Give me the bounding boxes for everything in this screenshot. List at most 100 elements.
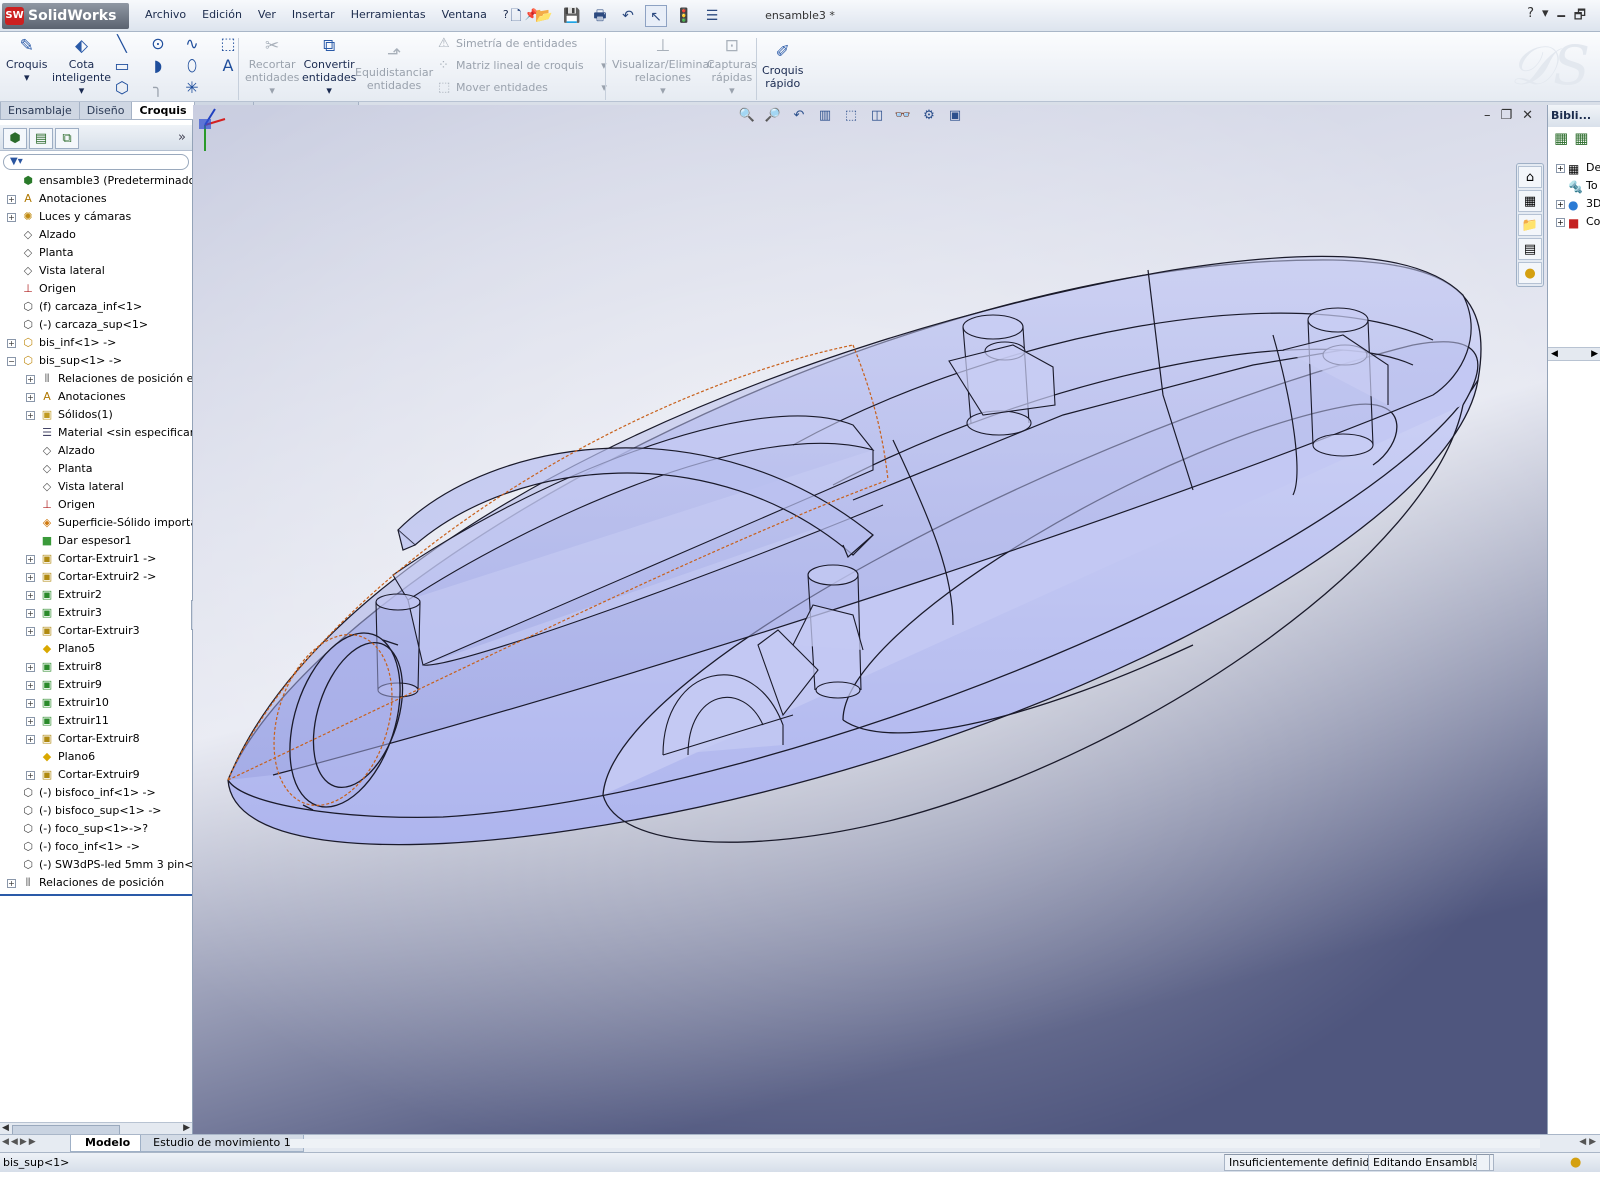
linear-pattern-button[interactable]: ⁘ Matriz lineal de croquis ▾ — [438, 58, 607, 73]
polygon-icon[interactable]: ⬡ — [112, 78, 132, 98]
expand-icon[interactable]: + — [26, 393, 35, 402]
section-view-icon[interactable]: ▥ — [816, 108, 834, 123]
expand-icon[interactable]: + — [1556, 218, 1565, 227]
appearances-tab-icon[interactable]: ● — [1518, 262, 1542, 284]
tab-ensamblaje[interactable]: Ensamblaje — [0, 102, 80, 120]
select-icon[interactable]: ↖ — [645, 5, 667, 27]
feature-tree-item[interactable]: ⬡ (-) bisfoco_inf<1> -> — [0, 784, 192, 802]
feature-tree-item[interactable]: ⬡ (-) bisfoco_sup<1> -> — [0, 802, 192, 820]
zoom-to-fit-icon[interactable]: 🔍 — [738, 108, 756, 123]
viewport-horizontal-scrollbar[interactable] — [290, 1139, 1540, 1148]
expand-icon[interactable]: + — [26, 699, 35, 708]
zoom-area-icon[interactable]: 🔎 — [764, 108, 782, 123]
point-icon[interactable]: ✳ — [182, 78, 202, 98]
menu-edicion[interactable]: Edición — [194, 8, 250, 21]
feature-tree-item[interactable]: ◇ Vista lateral — [0, 262, 192, 280]
tree-rollback-bar[interactable] — [0, 894, 192, 896]
expand-icon[interactable]: + — [26, 555, 35, 564]
display-style-icon[interactable]: ◫ — [868, 108, 886, 123]
feature-tree-item[interactable]: + ▣ Extruir11 — [0, 712, 192, 730]
feature-tree-item[interactable]: ◆ Plano6 — [0, 748, 192, 766]
trim-entities-button[interactable]: ✂ Recortar entidades ▾ — [245, 36, 299, 97]
mirror-entities-button[interactable]: ⚠ Simetría de entidades — [438, 36, 577, 51]
expand-tabs-icon[interactable]: » — [178, 130, 186, 145]
expand-icon[interactable]: + — [26, 573, 35, 582]
expand-icon[interactable]: + — [26, 663, 35, 672]
add-to-library-icon[interactable]: ▦ — [1554, 129, 1568, 147]
feature-tree-item[interactable]: + ⬡ bis_inf<1> -> — [0, 334, 192, 352]
feature-tree-item[interactable]: ⬡ (f) carcaza_inf<1> — [0, 298, 192, 316]
arc-icon[interactable]: ◗ — [148, 56, 168, 76]
feature-tree-item[interactable]: ☰ Material <sin especificar> — [0, 424, 192, 442]
rebuild-status-icon[interactable]: ● — [1570, 1153, 1581, 1172]
feature-tree-item[interactable]: ◇ Alzado — [0, 226, 192, 244]
expand-icon[interactable]: + — [1556, 200, 1565, 209]
construction-box-icon[interactable]: ⬚ — [218, 34, 238, 54]
scroll-left-icon[interactable]: ◀ — [1551, 349, 1558, 359]
feature-tree-item[interactable]: ◇ Vista lateral — [0, 478, 192, 496]
feature-tree-item[interactable]: + ▣ Extruir8 — [0, 658, 192, 676]
menu-insertar[interactable]: Insertar — [284, 8, 343, 21]
sketch-button[interactable]: ✎ Croquis ▾ — [6, 36, 47, 84]
property-manager-tab-icon[interactable]: ▤ — [29, 128, 53, 149]
tab-croquis[interactable]: Croquis — [131, 102, 195, 120]
scroll-left-icon[interactable]: ◀ — [2, 1123, 9, 1133]
fillet-icon[interactable]: ╮ — [148, 78, 168, 98]
save-icon[interactable]: 💾 — [561, 5, 583, 27]
move-entities-button[interactable]: ⬚Mover entidades ▾ — [438, 80, 607, 95]
expand-icon[interactable]: + — [26, 375, 35, 384]
library-horizontal-scrollbar[interactable]: ◀ ▶ — [1548, 347, 1600, 361]
expand-icon[interactable]: + — [7, 213, 16, 222]
expand-icon[interactable]: + — [26, 681, 35, 690]
expand-icon[interactable]: + — [1556, 164, 1565, 173]
tab-modelo[interactable]: Modelo — [70, 1135, 142, 1152]
rapid-sketch-button[interactable]: ✐ Croquis rápido — [762, 42, 803, 90]
app-logo[interactable]: SW SolidWorks — [2, 3, 129, 29]
expand-icon[interactable]: + — [26, 609, 35, 618]
expand-icon[interactable]: + — [26, 771, 35, 780]
minimize-icon[interactable]: 🗕 — [1557, 6, 1566, 28]
feature-tree-item[interactable]: + ⫴ Relaciones de posición en e — [0, 370, 192, 388]
view-orientation-icon[interactable]: ⬚ — [842, 108, 860, 123]
library-options-icon[interactable]: ▦ — [1574, 129, 1588, 147]
quick-snaps-button[interactable]: ⊡ Capturas rápidas ▾ — [707, 36, 757, 97]
line-icon[interactable]: ╲ — [112, 34, 132, 54]
expand-icon[interactable]: + — [26, 735, 35, 744]
feature-tree-item[interactable]: + ▣ Cortar-Extruir8 — [0, 730, 192, 748]
feature-tree-item[interactable]: + ▣ Extruir9 — [0, 676, 192, 694]
display-delete-relations-button[interactable]: ⊥ Visualizar/Eliminar relaciones ▾ — [612, 36, 714, 97]
feature-manager-tab-icon[interactable]: ⬢ — [3, 128, 27, 149]
tab-navigation-icon[interactable]: ◀◀▶▶ — [2, 1137, 38, 1147]
expand-icon[interactable]: + — [7, 195, 16, 204]
feature-tree-item[interactable]: ◇ Planta — [0, 460, 192, 478]
feature-tree-item[interactable]: ◇ Alzado — [0, 442, 192, 460]
feature-tree-item[interactable]: + ⫴ Relaciones de posición — [0, 874, 192, 892]
design-library-tab-icon[interactable]: ▦ — [1518, 190, 1542, 212]
file-explorer-tab-icon[interactable]: 📁 — [1518, 214, 1542, 236]
feature-tree-item[interactable]: ◇ Planta — [0, 244, 192, 262]
rectangle-icon[interactable]: ▭ — [112, 56, 132, 76]
feature-tree-item[interactable]: + ▣ Cortar-Extruir2 -> — [0, 568, 192, 586]
feature-tree-item[interactable]: ◈ Superficie-Sólido importado — [0, 514, 192, 532]
feature-tree-item[interactable]: + ▣ Extruir2 — [0, 586, 192, 604]
feature-tree-item[interactable]: + ▣ Extruir10 — [0, 694, 192, 712]
rebuild-icon[interactable]: 🚦 — [673, 5, 695, 27]
menu-ver[interactable]: Ver — [250, 8, 284, 21]
feature-tree-item[interactable]: + ▣ Extruir3 — [0, 604, 192, 622]
convert-entities-button[interactable]: ⧉ Convertir entidades ▾ — [302, 36, 356, 97]
feature-tree-item[interactable]: ⬡ (-) foco_sup<1>->? — [0, 820, 192, 838]
viewport-minimize-icon[interactable]: – — [1484, 108, 1491, 123]
collapse-icon[interactable]: − — [7, 357, 16, 366]
feature-tree-item[interactable]: ⬡ (-) SW3dPS-led 5mm 3 pin<1> — [0, 856, 192, 874]
appearance-icon[interactable]: ⚙ — [920, 108, 938, 123]
feature-tree-item[interactable]: + ▣ Sólidos(1) — [0, 406, 192, 424]
feature-tree-item[interactable]: ⬡ (-) carcaza_sup<1> — [0, 316, 192, 334]
model-canvas[interactable] — [193, 105, 1547, 1135]
view-settings-icon[interactable]: ▣ — [946, 108, 964, 123]
view-palette-tab-icon[interactable]: ▤ — [1518, 238, 1542, 260]
feature-tree-item[interactable]: − ⬡ bis_sup<1> -> — [0, 352, 192, 370]
scroll-arrows-icon[interactable]: ◀ ▶ — [1579, 1137, 1596, 1147]
feature-tree-item[interactable]: + A Anotaciones — [0, 190, 192, 208]
text-icon[interactable]: A — [218, 56, 238, 76]
help-icon[interactable]: ? — [1527, 6, 1534, 28]
